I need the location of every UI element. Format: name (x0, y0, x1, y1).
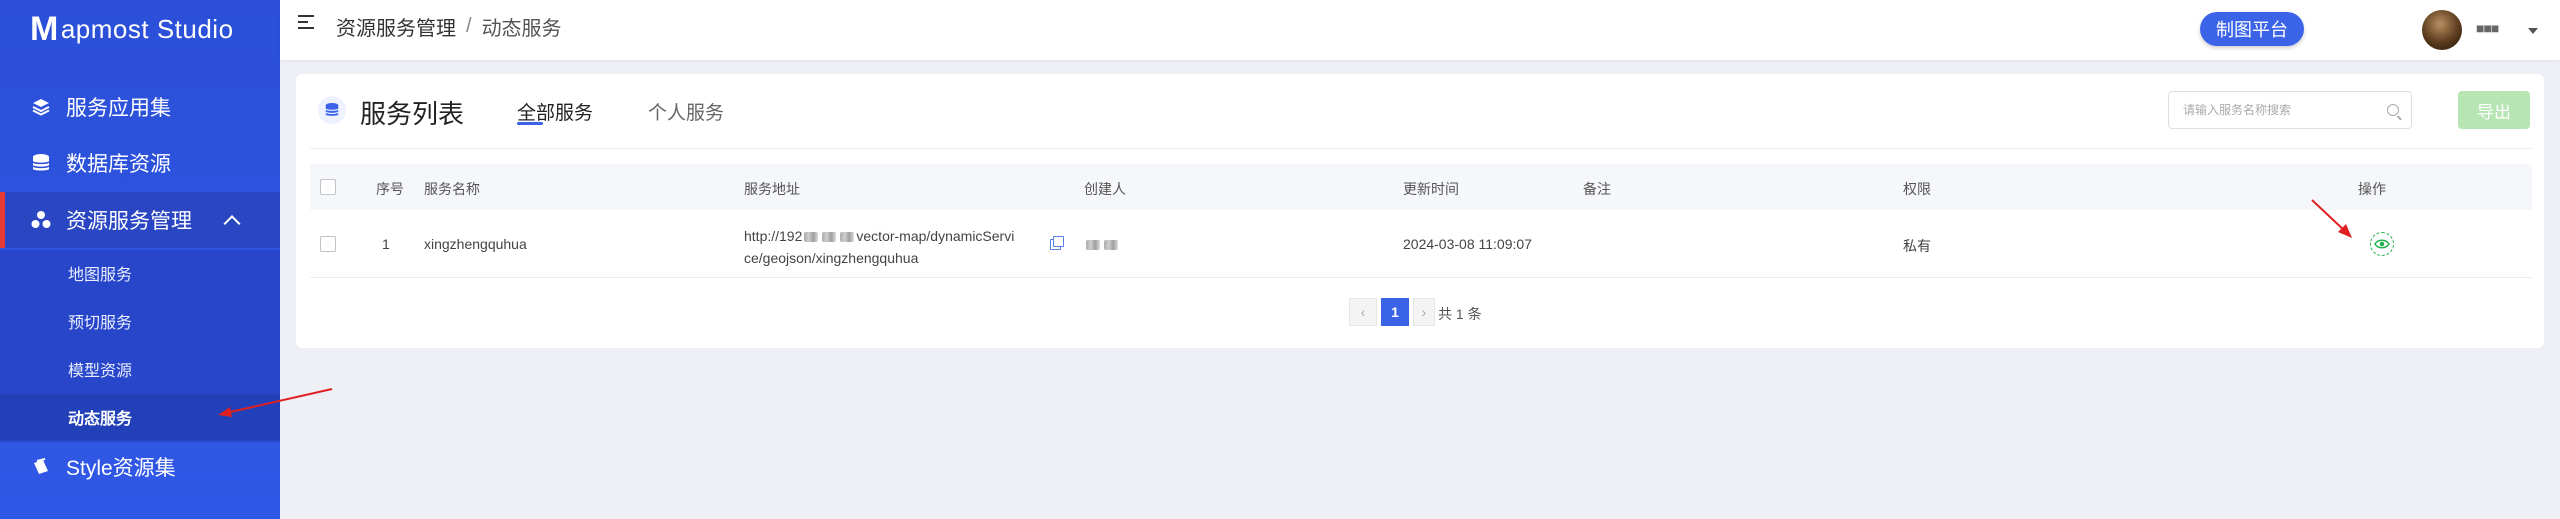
top-header: 资源服务管理 / 动态服务 制图平台 ■■■ (280, 0, 2560, 60)
table-header: 序号 服务名称 服务地址 创建人 更新时间 备注 权限 操作 (310, 164, 2532, 210)
caret-down-icon[interactable] (2528, 28, 2538, 34)
sidebar-item-resource-services[interactable]: 资源服务管理 (0, 192, 280, 248)
annotation-arrow (218, 388, 333, 417)
row-index: 1 (382, 236, 390, 252)
redacted-text (1086, 240, 1100, 251)
username[interactable]: ■■■ (2476, 20, 2499, 36)
column-header-action: 操作 (2358, 181, 2386, 197)
service-list-card: 服务列表 全部服务 个人服务 导出 序号 服务名称 服务地址 创建人 更新时间 … (296, 74, 2544, 348)
row-checkbox[interactable] (320, 236, 336, 252)
sidebar-item-label: 服务应用集 (66, 97, 171, 120)
search-input[interactable] (2169, 92, 2379, 128)
sidebar-subitem-map-service[interactable]: 地图服务 (0, 250, 280, 296)
logo-mark: M (30, 10, 59, 48)
breadcrumb-separator: / (466, 15, 472, 37)
row-service-url: http://192 vector-map/dynamicServi ce/geo… (744, 225, 1044, 269)
page-number-1[interactable]: 1 (1381, 298, 1409, 326)
chevron-up-icon[interactable] (223, 215, 241, 233)
column-header-url: 服务地址 (744, 181, 800, 197)
table-row: 1 xingzhengquhua http://192 vector-map/dy… (310, 210, 2532, 278)
sidebar-item-database[interactable]: 数据库资源 (0, 140, 280, 186)
annotation-arrow (2311, 199, 2352, 238)
sidebar-item-label: Style资源集 (66, 457, 176, 480)
style-icon (30, 456, 52, 478)
redacted-text (822, 232, 837, 243)
column-header-name: 服务名称 (424, 181, 480, 197)
url-suffix: ce/geojson/xingzhengquhua (744, 250, 919, 266)
select-all-checkbox[interactable] (320, 179, 336, 195)
prev-page-button[interactable]: ‹ (1349, 298, 1377, 326)
search-icon[interactable] (2387, 104, 2399, 116)
tab-all-services[interactable]: 全部服务 (517, 98, 593, 125)
url-prefix: http://192 (744, 228, 803, 244)
column-header-permission: 权限 (1903, 181, 1931, 197)
card-title: 服务列表 (360, 99, 465, 129)
row-creator (1084, 236, 1120, 252)
cluster-icon (30, 209, 52, 231)
avatar[interactable] (2422, 10, 2462, 50)
breadcrumb-current: 动态服务 (481, 18, 562, 40)
pagination-total: 共 1 条 (1438, 306, 1482, 322)
column-header-note: 备注 (1583, 181, 1611, 197)
breadcrumb: 资源服务管理 / 动态服务 (336, 12, 562, 41)
tab-active-indicator (517, 122, 543, 125)
logo-text: apmost Studio (60, 13, 234, 44)
sidebar-subitem-tile-service[interactable]: 预切服务 (0, 298, 280, 344)
url-middle: vector-map/dynamicServi (856, 228, 1015, 244)
row-service-name: xingzhengquhua (424, 236, 527, 252)
mapping-platform-button[interactable]: 制图平台 (2200, 12, 2304, 46)
divider (310, 148, 2532, 149)
sidebar: M apmost Studio 服务应用集 数据库资源 资源服务管理 地图服务 … (0, 0, 280, 519)
next-page-button[interactable]: › (1413, 298, 1435, 326)
redacted-text (840, 232, 855, 243)
row-permission: 私有 (1903, 238, 1931, 254)
redacted-text (804, 232, 819, 243)
export-button[interactable]: 导出 (2458, 91, 2530, 129)
sidebar-item-app-sets[interactable]: 服务应用集 (0, 84, 280, 130)
database-icon (30, 152, 52, 174)
sidebar-item-label: 数据库资源 (66, 153, 171, 176)
pagination: ‹ 1 › 共 1 条 (296, 298, 2544, 326)
column-header-creator: 创建人 (1084, 181, 1126, 197)
app-logo[interactable]: M apmost Studio (0, 0, 280, 58)
menu-toggle-icon[interactable] (298, 15, 316, 31)
layers-icon (30, 96, 52, 118)
redacted-text (1104, 240, 1118, 251)
column-header-updated: 更新时间 (1403, 181, 1459, 197)
row-updated-time: 2024-03-08 11:09:07 (1403, 236, 1532, 252)
tab-personal-services[interactable]: 个人服务 (648, 98, 724, 125)
column-header-index: 序号 (376, 181, 404, 197)
search-box (2168, 91, 2412, 129)
copy-icon[interactable] (1050, 236, 1064, 250)
sidebar-item-style-resources[interactable]: Style资源集 (0, 444, 280, 490)
sidebar-item-label: 资源服务管理 (66, 210, 192, 233)
breadcrumb-parent[interactable]: 资源服务管理 (336, 12, 456, 41)
database-icon (318, 96, 346, 124)
eye-icon[interactable] (2370, 232, 2394, 256)
